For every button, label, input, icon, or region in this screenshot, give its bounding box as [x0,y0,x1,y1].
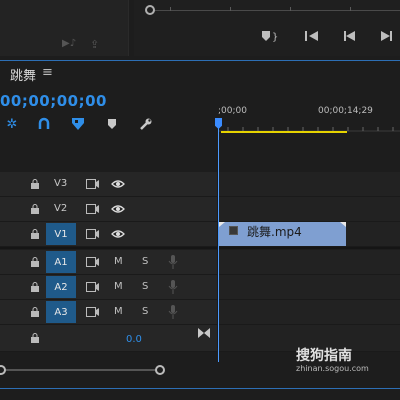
av-divider [0,247,400,249]
insert-marker-icon[interactable] [70,116,86,132]
solo-button-a1[interactable]: S [142,256,148,267]
ruler-end-label: 00;00;14;29 [318,106,373,116]
watermark-url: zhinan.sogou.com [296,364,369,373]
playhead-line[interactable] [218,120,219,363]
play-back-icon[interactable] [340,28,360,44]
track-target-a1[interactable]: A1 [46,251,76,273]
work-area-bar[interactable] [221,131,347,133]
lock-icon[interactable] [30,257,40,267]
play-forward-icon[interactable] [376,28,396,44]
lock-icon[interactable] [30,307,40,317]
track-target-a2[interactable]: A2 [46,276,76,298]
film-icon[interactable] [86,307,100,317]
audio-icon[interactable]: ▶♪ [62,38,76,49]
panel-bottom-border [0,388,400,389]
step-back-icon[interactable] [302,28,322,44]
lock-icon[interactable] [30,229,40,239]
sequence-tab[interactable]: 跳舞 [10,65,36,84]
eye-icon[interactable] [111,229,125,239]
wrench-icon[interactable] [138,116,154,132]
panel-menu-icon[interactable]: ≡ [42,65,53,80]
lock-icon[interactable] [30,204,40,214]
watermark-title: 搜狗指南 [296,348,352,364]
film-icon[interactable] [86,257,100,267]
lock-icon[interactable] [30,333,40,343]
mute-button-a1[interactable]: M [114,256,123,267]
linked-selection-icon[interactable] [36,116,52,132]
master-volume-value[interactable]: 0.0 [126,334,142,345]
zoom-handle-right[interactable] [155,365,165,375]
ruler-start-label: ;00;00 [218,106,247,116]
mic-icon[interactable] [168,255,178,269]
mic-icon[interactable] [168,280,178,294]
time-ruler[interactable] [218,118,400,132]
add-marker-icon[interactable]: } [256,28,286,44]
eye-icon[interactable] [111,179,125,189]
scrub-tick [290,7,291,11]
snap-icon[interactable]: ✲ [4,116,20,132]
film-icon[interactable] [86,229,100,239]
track-name-v2[interactable]: V2 [54,203,67,214]
svg-text:}: } [272,32,278,43]
export-icon[interactable]: ⇪ [90,38,99,51]
track-name-v3[interactable]: V3 [54,178,67,189]
track-lane-v3[interactable] [219,172,400,197]
source-monitor-area: ▶♪ ⇪ [0,0,129,56]
mic-icon[interactable] [168,305,178,319]
track-lane-a1[interactable] [219,250,400,275]
solo-button-a3[interactable]: S [142,306,148,317]
film-icon[interactable] [86,179,100,189]
mute-button-a2[interactable]: M [114,281,123,292]
track-lane-a3[interactable] [219,300,400,325]
clip-label: 跳舞.mp4 [247,225,302,239]
track-target-v1[interactable]: V1 [46,223,76,245]
horizontal-zoom-bar[interactable] [0,369,160,371]
mute-button-a3[interactable]: M [114,306,123,317]
solo-button-a2[interactable]: S [142,281,148,292]
film-icon[interactable] [86,204,100,214]
eye-icon[interactable] [111,204,125,214]
go-to-end-icon[interactable] [198,328,210,338]
scrub-tick [230,7,231,11]
program-scrub-bar[interactable] [150,10,400,11]
track-lane-a2[interactable] [219,275,400,300]
fx-badge-icon [229,226,238,235]
scrub-tick [350,7,351,11]
track-target-a3[interactable]: A3 [46,301,76,323]
lock-icon[interactable] [30,179,40,189]
track-lane-v2[interactable] [219,197,400,222]
film-icon[interactable] [86,282,100,292]
program-playhead-knob[interactable] [145,5,155,15]
timecode-display[interactable]: 00;00;00;00 [0,92,107,110]
scrub-tick [170,7,171,11]
panel-divider [0,60,400,61]
lock-icon[interactable] [30,282,40,292]
add-marker-icon[interactable] [104,116,120,132]
